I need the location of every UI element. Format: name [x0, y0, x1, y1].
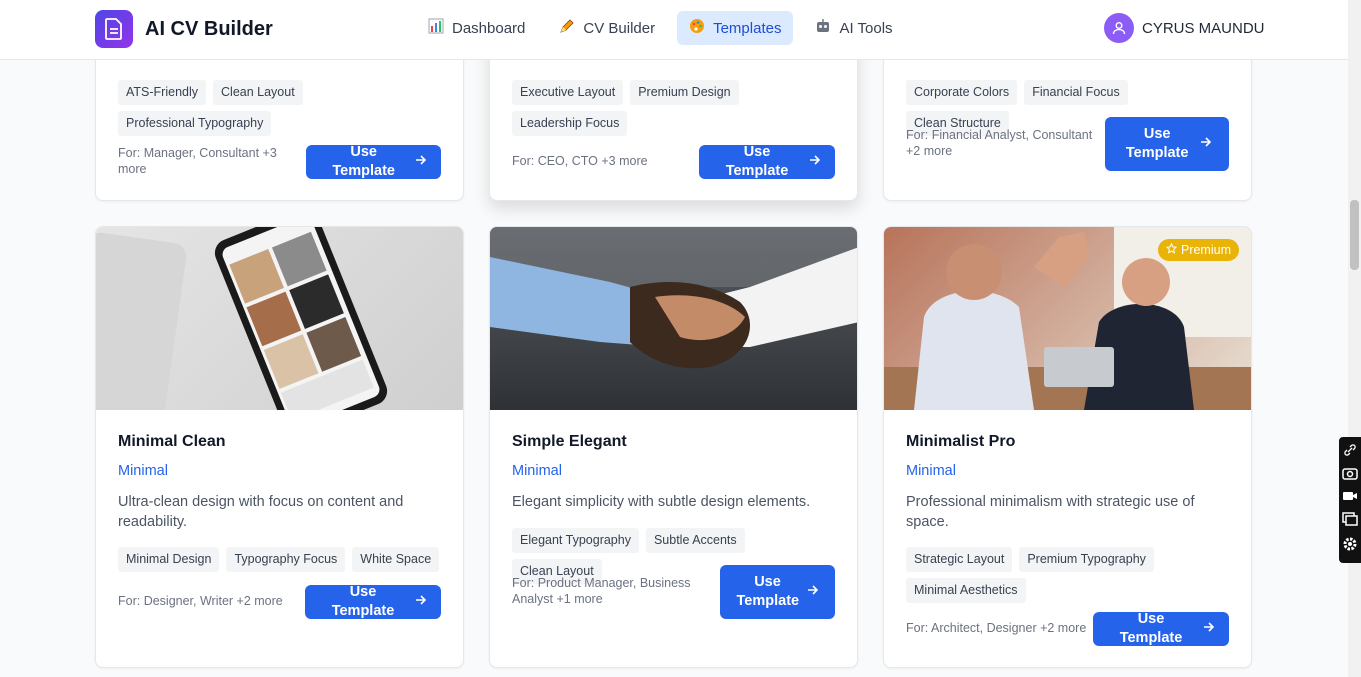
use-template-label: Use Template: [1125, 126, 1189, 161]
feature-tag: Professional Typography: [118, 111, 272, 136]
feature-tag: Minimal Design: [118, 547, 220, 572]
nav-templates-label: Templates: [713, 19, 782, 37]
use-template-label: Use Template: [331, 584, 395, 619]
arrow-right-icon: [807, 583, 819, 602]
template-card-minimalist-pro: Premium Minimalist Pro Minimal Professio…: [883, 226, 1252, 668]
nav-ai-tools[interactable]: AI Tools: [803, 11, 904, 45]
template-description: Ultra-clean design with focus on content…: [118, 494, 404, 530]
robot-icon: [815, 18, 831, 38]
template-title: Simple Elegant: [512, 433, 627, 450]
app-title: AI CV Builder: [145, 17, 273, 40]
nav-cv-builder-label: CV Builder: [583, 19, 656, 37]
feature-tag: Leadership Focus: [512, 111, 628, 136]
template-preview-image: Premium: [884, 227, 1251, 410]
template-card-minimal-clean: Minimal Clean Minimal Ultra-clean design…: [95, 226, 464, 668]
feature-tag: Financial Focus: [1024, 80, 1128, 105]
use-template-button[interactable]: Use Template: [1093, 611, 1229, 646]
target-roles: For: Manager, Consultant +3 more: [118, 146, 277, 176]
star-icon: [1165, 242, 1178, 257]
premium-badge-label: Premium: [1180, 243, 1231, 257]
nav-dashboard-label: Dashboard: [452, 19, 526, 37]
feature-tag: Premium Design: [630, 80, 739, 105]
video-icon[interactable]: [1342, 489, 1358, 507]
target-roles: For: Product Manager, Business Analyst +…: [512, 576, 691, 606]
nav-dashboard[interactable]: Dashboard: [416, 11, 537, 45]
arrow-right-icon: [1203, 620, 1215, 639]
target-roles: For: Financial Analyst, Consultant +2 mo…: [906, 128, 1093, 158]
feature-tag: Minimal Aesthetics: [906, 578, 1026, 603]
gear-icon[interactable]: [1342, 536, 1358, 557]
use-template-button[interactable]: Use Template: [699, 144, 835, 179]
user-name: CYRUS MAUNDU: [1142, 19, 1265, 37]
page-scrollbar[interactable]: [1348, 0, 1361, 677]
use-template-label: Use Template: [332, 144, 395, 179]
document-icon: [95, 10, 133, 48]
template-category: Minimal: [118, 463, 168, 479]
use-template-label: Use Template: [736, 574, 800, 609]
feature-tag: Strategic Layout: [906, 547, 1013, 572]
template-title: Minimal Clean: [118, 433, 226, 450]
feature-tag: Executive Layout: [512, 80, 624, 105]
template-title: Minimalist Pro: [906, 433, 1016, 450]
template-card-simple-elegant: Simple Elegant Minimal Elegant simplicit…: [489, 226, 858, 668]
use-template-label: Use Template: [725, 144, 789, 179]
use-template-label: Use Template: [1119, 611, 1183, 646]
link-icon[interactable]: [1344, 443, 1356, 461]
use-template-button[interactable]: Use Template: [1105, 117, 1229, 171]
nav-templates[interactable]: Templates: [677, 11, 794, 45]
target-roles: For: CEO, CTO +3 more: [512, 154, 648, 169]
bar-chart-icon: [428, 18, 444, 38]
window-icon[interactable]: [1342, 512, 1358, 531]
feature-tag: Subtle Accents: [645, 528, 745, 553]
use-template-button[interactable]: Use Template: [720, 565, 835, 619]
avatar: [1104, 13, 1134, 43]
palette-icon: [689, 18, 705, 38]
feature-tag: White Space: [352, 547, 440, 572]
floating-toolbar: [1339, 437, 1361, 563]
target-roles: For: Designer, Writer +2 more: [118, 594, 283, 609]
arrow-right-icon: [1200, 135, 1212, 154]
template-category: Minimal: [512, 463, 562, 479]
user-menu[interactable]: CYRUS MAUNDU: [1104, 13, 1265, 43]
app-logo[interactable]: AI CV Builder: [95, 10, 273, 48]
scrollbar-thumb[interactable]: [1350, 200, 1359, 270]
template-description: Professional minimalism with strategic u…: [906, 494, 1195, 530]
target-roles: For: Architect, Designer +2 more: [906, 621, 1087, 636]
nav-ai-tools-label: AI Tools: [839, 19, 893, 37]
arrow-right-icon: [809, 153, 821, 172]
template-preview-image: [96, 227, 463, 410]
nav-cv-builder[interactable]: CV Builder: [547, 11, 667, 45]
feature-tag: ATS-Friendly: [118, 80, 207, 105]
premium-badge: Premium: [1157, 239, 1239, 261]
template-category: Minimal: [906, 463, 956, 479]
feature-tag: Typography Focus: [226, 547, 346, 572]
pencil-icon: [559, 18, 575, 38]
feature-tag: Premium Typography: [1019, 547, 1154, 572]
feature-tag: Corporate Colors: [906, 80, 1018, 105]
use-template-button[interactable]: Use Template: [305, 584, 441, 619]
template-description: Elegant simplicity with subtle design el…: [512, 494, 811, 510]
use-template-button[interactable]: Use Template: [306, 144, 441, 179]
top-navbar: AI CV Builder Dashboard CV Builder Templ…: [0, 0, 1348, 60]
arrow-right-icon: [415, 593, 427, 612]
feature-tag: Elegant Typography: [512, 528, 639, 553]
arrow-right-icon: [415, 153, 427, 172]
template-preview-image: [490, 227, 857, 410]
camera-icon[interactable]: [1342, 466, 1358, 485]
feature-tag: Clean Layout: [213, 80, 303, 105]
